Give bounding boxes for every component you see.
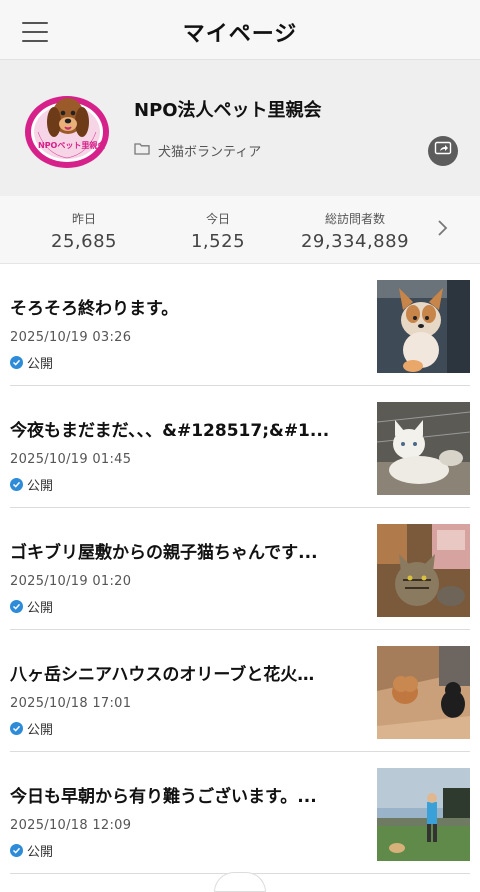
post-thumbnail[interactable] <box>377 646 470 739</box>
post-date: 2025/10/19 01:20 <box>10 574 132 589</box>
check-icon <box>10 722 23 735</box>
post-title: そろそろ終わります。 <box>10 299 179 319</box>
post-date: 2025/10/19 01:45 <box>10 452 132 467</box>
post-date: 2025/10/19 03:26 <box>10 330 132 345</box>
post-thumbnail[interactable] <box>377 280 470 373</box>
blog-name[interactable]: NPO法人ペット里親会 <box>134 96 322 122</box>
status-label: 公開 <box>27 479 54 494</box>
post-list: そろそろ終わります。 2025/10/19 03:26 公開 今夜もまだまだ、、… <box>0 264 480 874</box>
post-status: 公開 <box>10 597 53 616</box>
post-date: 2025/10/18 12:09 <box>10 818 132 833</box>
status-label: 公開 <box>27 601 54 616</box>
profile-section: NPOペット里親会 NPO法人ペット里親会 犬猫ボランティア <box>0 60 480 196</box>
status-label: 公開 <box>27 723 54 738</box>
post-thumbnail[interactable] <box>377 768 470 861</box>
post-item[interactable]: 今夜もまだまだ、、、&#128517;&#1... 2025/10/19 01:… <box>10 386 470 508</box>
access-stats[interactable]: 昨日 25,685 今日 1,525 総訪問者数 29,334,889 <box>0 196 480 264</box>
logo-text: NPOペット里親会 <box>38 141 106 150</box>
stat-label: 昨日 <box>71 212 96 226</box>
check-icon <box>10 478 23 491</box>
stat-label: 今日 <box>205 212 230 226</box>
post-thumbnail[interactable] <box>377 402 470 495</box>
post-status: 公開 <box>10 719 53 738</box>
app-header: マイページ <box>0 0 480 60</box>
post-status: 公開 <box>10 475 53 494</box>
post-status: 公開 <box>10 353 53 372</box>
post-item[interactable]: 今日も早朝から有り難うございます。... 2025/10/18 12:09 公開 <box>10 752 470 874</box>
blog-logo[interactable]: NPOペット里親会 <box>24 88 110 170</box>
post-thumbnail[interactable] <box>377 524 470 617</box>
check-icon <box>10 844 23 857</box>
share-button[interactable] <box>428 136 458 166</box>
post-status: 公開 <box>10 841 53 860</box>
status-label: 公開 <box>27 845 54 860</box>
stat-yesterday: 昨日 25,685 <box>34 210 134 252</box>
chevron-right-icon[interactable] <box>436 218 450 238</box>
status-label: 公開 <box>27 357 54 372</box>
stat-value: 29,334,889 <box>300 231 410 252</box>
post-title: ゴキブリ屋敷からの親子猫ちゃんです... <box>10 543 318 563</box>
stat-value: 25,685 <box>51 231 117 252</box>
post-title: 八ヶ岳シニアハウスのオリーブと花火… <box>10 665 315 685</box>
scroll-handle[interactable] <box>214 872 266 892</box>
post-item[interactable]: そろそろ終わります。 2025/10/19 03:26 公開 <box>10 264 470 386</box>
post-title: 今日も早朝から有り難うございます。... <box>10 787 317 807</box>
post-title: 今夜もまだまだ、、、&#128517;&#1... <box>10 421 330 441</box>
category-label: 犬猫ボランティア <box>158 145 262 160</box>
check-icon <box>10 600 23 613</box>
stat-value: 1,525 <box>190 231 246 252</box>
share-icon <box>434 141 452 161</box>
page-title: マイページ <box>182 22 298 47</box>
stat-today: 今日 1,525 <box>168 210 268 252</box>
check-icon <box>10 356 23 369</box>
post-item[interactable]: ゴキブリ屋敷からの親子猫ちゃんです... 2025/10/19 01:20 公開 <box>10 508 470 630</box>
stat-total: 総訪問者数 29,334,889 <box>290 210 420 252</box>
post-item[interactable]: 八ヶ岳シニアハウスのオリーブと花火… 2025/10/18 17:01 公開 <box>10 630 470 752</box>
stat-label: 総訪問者数 <box>324 212 385 226</box>
folder-icon <box>134 142 150 159</box>
post-date: 2025/10/18 17:01 <box>10 696 132 711</box>
blog-category[interactable]: 犬猫ボランティア <box>134 141 261 160</box>
